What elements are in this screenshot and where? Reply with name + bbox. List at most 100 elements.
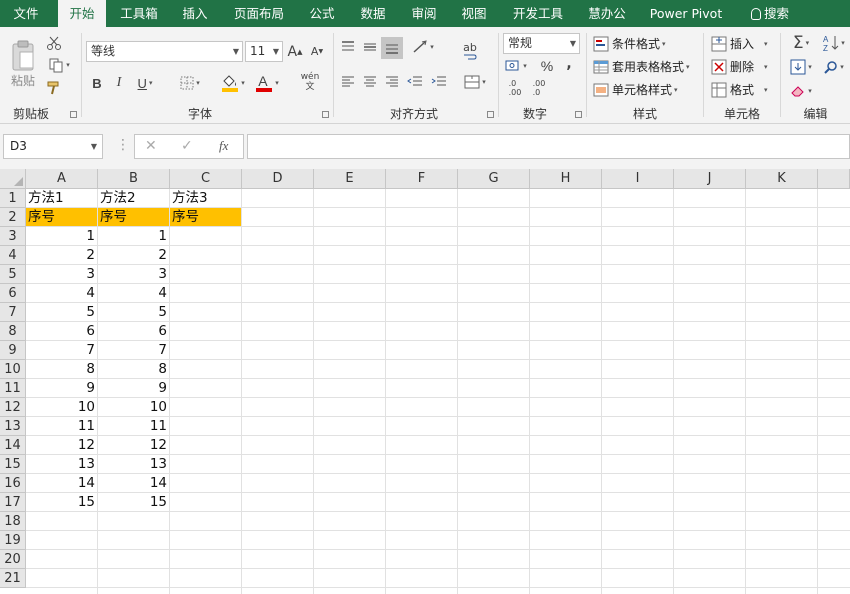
column-header-i[interactable]: I — [602, 169, 674, 189]
formula-input[interactable] — [247, 134, 850, 159]
find-select-button[interactable]: ▾ — [820, 57, 848, 77]
cell-b2[interactable]: 序号 — [98, 208, 170, 227]
comma-style-button[interactable]: , — [561, 55, 577, 73]
number-dialog-launcher-icon[interactable] — [575, 111, 582, 118]
cell-a12[interactable]: 10 — [26, 398, 98, 417]
decrease-indent-button[interactable] — [405, 73, 425, 91]
middle-align-button[interactable] — [361, 39, 379, 55]
column-header-b[interactable]: B — [98, 169, 170, 189]
column-header-g[interactable]: G — [458, 169, 530, 189]
orientation-button[interactable]: ▾ — [409, 39, 437, 55]
column-header-a[interactable]: A — [26, 169, 98, 189]
cell-b17[interactable]: 15 — [98, 493, 170, 512]
cell-b8[interactable]: 6 — [98, 322, 170, 341]
format-as-table-button[interactable]: 套用表格格式 ▾ — [593, 58, 690, 75]
cell-c1[interactable]: 方法3 — [170, 189, 242, 208]
underline-button[interactable]: U ▾ — [132, 73, 158, 93]
cell-b10[interactable]: 8 — [98, 360, 170, 379]
increase-decimal-button[interactable]: .0 .00 — [504, 77, 526, 99]
tab-insert[interactable]: 插入 — [172, 0, 218, 27]
cell-c2[interactable]: 序号 — [170, 208, 242, 227]
number-format-combo[interactable]: 常规 ▼ — [503, 33, 580, 54]
column-header-h[interactable]: H — [530, 169, 602, 189]
bottom-align-button[interactable] — [381, 37, 403, 59]
tab-file[interactable]: 文件 — [0, 0, 52, 27]
cell-styles-button[interactable]: 单元格样式 ▾ — [593, 81, 678, 98]
cell-a15[interactable]: 13 — [26, 455, 98, 474]
align-left-button[interactable] — [339, 73, 357, 91]
confirm-entry-button[interactable]: ✓ — [181, 138, 193, 154]
column-header-c[interactable]: C — [170, 169, 242, 189]
row-header-7[interactable]: 7 — [0, 303, 26, 322]
cell-a2[interactable]: 序号 — [26, 208, 98, 227]
tab-developer[interactable]: 开发工具 — [502, 0, 574, 27]
row-header-15[interactable]: 15 — [0, 455, 26, 474]
copy-button[interactable]: ▾ — [44, 56, 74, 74]
row-header-12[interactable]: 12 — [0, 398, 26, 417]
tab-formulas[interactable]: 公式 — [300, 0, 344, 27]
column-header-f[interactable]: F — [386, 169, 458, 189]
cell-b9[interactable]: 7 — [98, 341, 170, 360]
cell-a8[interactable]: 6 — [26, 322, 98, 341]
bold-button[interactable]: B — [88, 73, 106, 93]
column-header-k[interactable]: K — [746, 169, 818, 189]
increase-indent-button[interactable] — [429, 73, 449, 91]
tab-review[interactable]: 审阅 — [402, 0, 446, 27]
row-header-4[interactable]: 4 — [0, 246, 26, 265]
top-align-button[interactable] — [339, 39, 357, 55]
font-size-combo[interactable]: 11 ▼ — [245, 41, 283, 62]
row-header-8[interactable]: 8 — [0, 322, 26, 341]
phonetic-guide-button[interactable]: wén 文 — [294, 69, 326, 95]
cell-a5[interactable]: 3 — [26, 265, 98, 284]
tab-view[interactable]: 视图 — [452, 0, 496, 27]
font-color-button[interactable]: A ▾ — [252, 71, 282, 95]
accounting-format-button[interactable]: ▾ — [503, 57, 529, 75]
cell-b5[interactable]: 3 — [98, 265, 170, 284]
wrap-text-button[interactable]: ab — [459, 37, 481, 63]
row-header-2[interactable]: 2 — [0, 208, 26, 227]
row-header-14[interactable]: 14 — [0, 436, 26, 455]
cell-b14[interactable]: 12 — [98, 436, 170, 455]
row-header-3[interactable]: 3 — [0, 227, 26, 246]
row-header-18[interactable]: 18 — [0, 512, 26, 531]
autosum-button[interactable]: Σ ▾ — [785, 33, 817, 53]
tab-home[interactable]: 开始 — [58, 0, 106, 28]
paste-button[interactable]: 粘贴 — [6, 35, 40, 93]
conditional-formatting-button[interactable]: 条件格式 ▾ — [593, 35, 666, 52]
font-dialog-launcher-icon[interactable] — [322, 111, 329, 118]
cell-b6[interactable]: 4 — [98, 284, 170, 303]
italic-button[interactable]: I — [110, 73, 128, 93]
sort-filter-button[interactable]: A Z ▾ — [820, 33, 848, 53]
format-cells-button[interactable]: 格式 ▾ — [711, 81, 768, 98]
tab-toolbox[interactable]: 工具箱 — [112, 0, 166, 27]
tab-search[interactable]: 搜索 — [742, 0, 798, 27]
column-header-d[interactable]: D — [242, 169, 314, 189]
tab-power-pivot[interactable]: Power Pivot — [642, 0, 730, 27]
cell-a16[interactable]: 14 — [26, 474, 98, 493]
row-header-5[interactable]: 5 — [0, 265, 26, 284]
cell-a17[interactable]: 15 — [26, 493, 98, 512]
column-header-e[interactable]: E — [314, 169, 386, 189]
grow-font-button[interactable]: A ▲ — [287, 41, 303, 62]
format-painter-button[interactable] — [44, 79, 64, 97]
row-header-1[interactable]: 1 — [0, 189, 26, 208]
shrink-font-button[interactable]: A ▼ — [309, 41, 325, 62]
cell-a13[interactable]: 11 — [26, 417, 98, 436]
cell-b13[interactable]: 11 — [98, 417, 170, 436]
row-header-9[interactable]: 9 — [0, 341, 26, 360]
tab-huibangong[interactable]: 慧办公 — [580, 0, 634, 27]
cell-b12[interactable]: 10 — [98, 398, 170, 417]
row-header-17[interactable]: 17 — [0, 493, 26, 512]
row-header-11[interactable]: 11 — [0, 379, 26, 398]
row-header-20[interactable]: 20 — [0, 550, 26, 569]
fill-color-button[interactable]: ▾ — [218, 71, 248, 95]
row-header-6[interactable]: 6 — [0, 284, 26, 303]
cell-a7[interactable]: 5 — [26, 303, 98, 322]
decrease-decimal-button[interactable]: .00 .0 — [528, 77, 550, 99]
font-name-combo[interactable]: 等线 ▼ — [86, 41, 243, 62]
cell-a4[interactable]: 2 — [26, 246, 98, 265]
cut-button[interactable] — [44, 34, 64, 52]
fill-button[interactable]: ▾ — [785, 57, 817, 77]
cancel-entry-button[interactable]: ✕ — [145, 138, 157, 154]
delete-cells-button[interactable]: 删除 ▾ — [711, 58, 768, 75]
